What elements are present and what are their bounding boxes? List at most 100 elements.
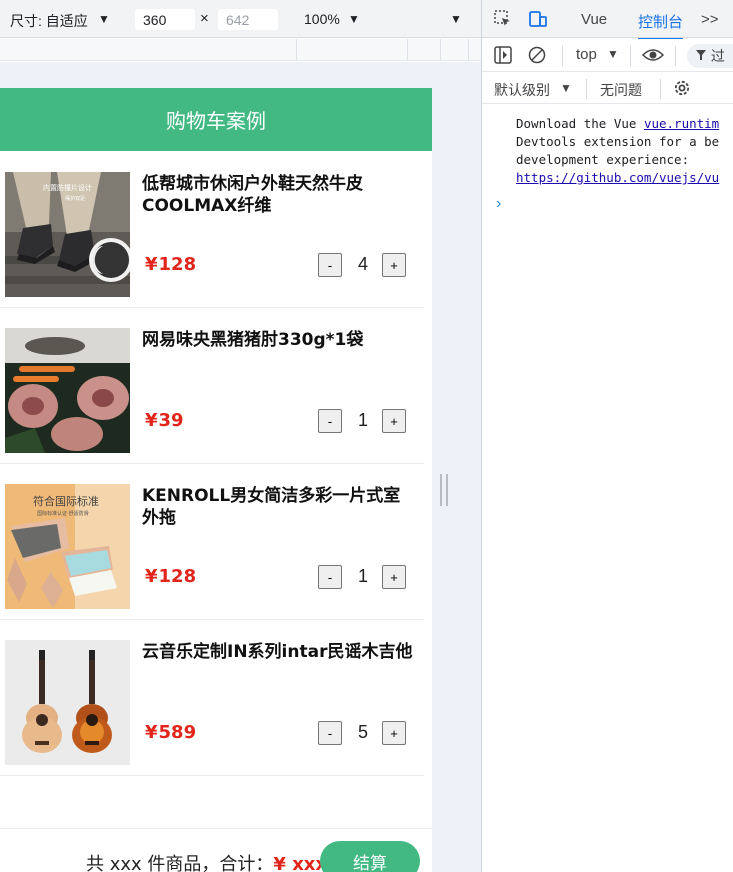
price-value: 589 [158,722,197,743]
console-prompt-icon[interactable]: › [496,196,501,212]
show-sidebar-icon[interactable] [494,46,512,68]
goods-price: ¥39 [145,410,184,431]
price-value: 39 [158,410,184,431]
price-value: 128 [158,254,197,275]
dimensions-caret-icon[interactable]: ▼ [98,12,110,26]
goods-title: KENROLL男女简洁多彩一片式室外拖 [142,486,401,528]
increase-button[interactable]: + [382,409,406,433]
goods-title: 云音乐定制IN系列intar民谣木吉他 [142,642,413,662]
toolbar-divider [586,79,587,99]
increase-button[interactable]: + [382,253,406,277]
decrease-button[interactable]: - [318,409,342,433]
shopping-cart-app: 购物车案例 内置防撞片设计 保护双足 低帮城市休闲户外鞋天然牛皮COOLMAX纤… [0,88,432,872]
goods-image-shoes: 内置防撞片设计 保护双足 [5,172,130,297]
context-select[interactable]: top [576,46,597,63]
devtools-responsive-window: 尺寸: 自适应 ▼ × 100% ▼ ▼ 购物车案例 [0,0,733,872]
console-settings-gear-icon[interactable] [672,78,692,101]
filter-placeholder: 过 [710,48,725,64]
device-toolbar: 尺寸: 自适应 ▼ × 100% ▼ ▼ [0,0,481,38]
cart-footer: 共 xxx 件商品，合计：¥ xxx 结算 [0,828,432,872]
device-options-caret-icon[interactable]: ▼ [450,12,462,26]
live-expression-eye-icon[interactable] [641,47,665,67]
quantity-stepper: - 4 + [318,253,412,279]
goods-price: ¥128 [145,566,196,587]
ruler-tick [468,39,469,61]
app-header: 购物车案例 [0,88,432,151]
image-caption: 内置防撞片设计 [43,183,92,192]
quantity-value: 1 [357,566,368,586]
goods-price: ¥589 [145,722,196,743]
decrease-button[interactable]: - [318,721,342,745]
console-message: Download the Vue vue.runtim Devtools ext… [516,115,733,187]
device-toolbar-icon[interactable] [528,10,548,32]
goods-title: 网易味央黑猪猪肘330g*1袋 [142,330,364,350]
log-level-caret-icon[interactable]: ▼ [560,81,572,95]
toolbar-divider [660,79,661,99]
viewport-resize-handle[interactable] [440,474,448,506]
message-link[interactable]: vue.runtim [644,116,719,131]
cart-summary: 共 xxx 件商品，合计：¥ xxx [86,850,327,872]
currency-symbol: ¥ [145,410,158,431]
times-symbol: × [200,10,209,27]
goods-item: 内置防撞片设计 保护双足 低帮城市休闲户外鞋天然牛皮COOLMAX纤维 ¥128… [0,151,424,308]
viewport-width-input[interactable] [135,9,195,30]
quantity-value: 5 [357,722,368,742]
devtools-panel: Vue 控制台 >> top ▼ 过 默认级别 ▼ 无问题 Download t… [481,0,733,872]
console-level-bar: 默认级别 ▼ 无问题 [482,73,733,104]
context-caret-icon[interactable]: ▼ [607,47,619,61]
zoom-caret-icon[interactable]: ▼ [348,12,360,26]
tab-console[interactable]: 控制台 [638,11,684,40]
goods-item: 云音乐定制IN系列intar民谣木吉他 ¥589 - 5 + [0,619,424,776]
increase-button[interactable]: + [382,721,406,745]
quantity-stepper: - 1 + [318,409,412,435]
devtools-tab-bar: Vue 控制台 >> [482,0,733,40]
goods-price: ¥128 [145,254,196,275]
quantity-stepper: - 5 + [318,721,412,747]
clear-console-icon[interactable] [528,46,546,68]
goods-item: 符合国际标准 国际标准认证·舒适防滑 KENROLL男女简洁多彩一片式室外拖 ¥… [0,463,424,620]
quantity-stepper: - 1 + [318,565,412,591]
dimensions-dropdown[interactable]: 尺寸: 自适应 [10,11,88,31]
toolbar-divider [675,46,676,66]
issues-counter[interactable]: 无问题 [600,80,642,100]
price-value: 128 [158,566,197,587]
summary-label: 共 xxx 件商品，合计： [86,854,274,872]
quantity-value: 4 [357,254,368,274]
currency-symbol: ¥ [145,254,158,275]
ruler-tick [296,39,297,61]
goods-title: 低帮城市休闲户外鞋天然牛皮COOLMAX纤维 [142,174,363,216]
filter-icon [696,50,706,60]
filter-input[interactable]: 过 [687,44,733,68]
total-price: ¥ xxx [273,854,328,872]
viewport-height-input[interactable] [218,9,278,30]
more-tabs-icon[interactable]: >> [701,11,719,28]
media-query-ruler [0,39,481,61]
inspect-element-icon[interactable] [494,10,512,32]
quantity-value: 1 [357,410,368,430]
goods-image-slippers: 符合国际标准 国际标准认证·舒适防滑 [5,484,130,609]
message-text: Devtools extension for a be [516,134,720,149]
tab-vue[interactable]: Vue [581,11,607,28]
currency-symbol: ¥ [145,722,158,743]
checkout-button[interactable]: 结算 [320,841,420,872]
image-caption: 国际标准认证·舒适防滑 [37,510,89,517]
console-output: Download the Vue vue.runtim Devtools ext… [482,105,733,872]
decrease-button[interactable]: - [318,253,342,277]
zoom-dropdown[interactable]: 100% [304,11,340,27]
toolbar-divider [630,46,631,66]
ruler-tick [407,39,408,61]
message-text: Download the Vue [516,116,644,131]
goods-image-pork [5,328,130,453]
currency-symbol: ¥ [145,566,158,587]
image-caption: 保护双足 [65,195,85,202]
toolbar-divider [562,46,563,66]
image-caption: 符合国际标准 [33,494,99,508]
console-toolbar: top ▼ 过 [482,39,733,72]
log-level-select[interactable]: 默认级别 [494,80,550,100]
message-link[interactable]: https://github.com/vuejs/vu [516,170,719,185]
goods-image-guitar [5,640,130,765]
increase-button[interactable]: + [382,565,406,589]
goods-item: 网易味央黑猪猪肘330g*1袋 ¥39 - 1 + [0,307,424,464]
page-title: 购物车案例 [166,109,266,133]
decrease-button[interactable]: - [318,565,342,589]
